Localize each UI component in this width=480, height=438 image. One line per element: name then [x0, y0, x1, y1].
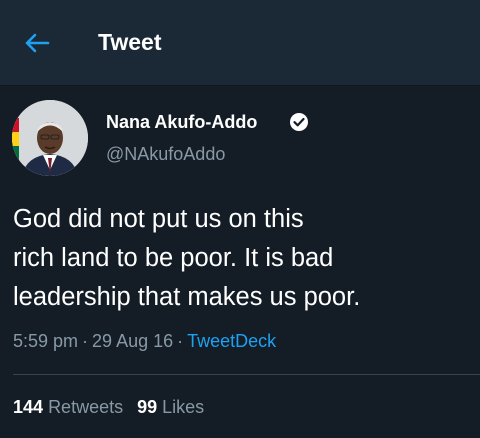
- tweet-text-line: God did not put us on this: [13, 205, 304, 233]
- retweets-count: 144: [13, 397, 44, 417]
- likes-stat[interactable]: 99 Likes: [137, 397, 204, 417]
- retweets-label: Retweets: [48, 397, 124, 417]
- likes-count: 99: [137, 397, 158, 417]
- tweet-detail-screen: Tweet Nana Akufo-Addo @NAkufoAddo God di…: [0, 0, 480, 438]
- tweet-author: Nana Akufo-Addo @NAkufoAddo: [0, 86, 480, 186]
- tweet-stats: 144 Retweets 99 Likes: [13, 397, 204, 418]
- tweet-text: God did not put us on this rich land to …: [13, 200, 468, 317]
- page-title: Tweet: [98, 29, 162, 55]
- tweet-date[interactable]: 29 Aug 16: [92, 331, 173, 351]
- tweet-metadata: 5:59 pm · 29 Aug 16 · TweetDeck: [13, 331, 276, 352]
- author-handle[interactable]: @NAkufoAddo: [106, 144, 225, 165]
- top-bar: Tweet: [0, 0, 480, 86]
- tweet-text-line: rich land to be poor. It is bad: [13, 244, 334, 272]
- separator: ·: [82, 331, 89, 351]
- verified-badge-icon: [289, 112, 309, 132]
- avatar[interactable]: [12, 100, 88, 176]
- profile-photo: [12, 100, 88, 176]
- tweet-text-line: leadership that makes us poor.: [13, 283, 361, 311]
- tweet-source-link[interactable]: TweetDeck: [187, 331, 276, 351]
- likes-label: Likes: [162, 397, 205, 417]
- divider: [13, 374, 480, 375]
- back-arrow-icon: [25, 33, 50, 52]
- retweets-stat[interactable]: 144 Retweets: [13, 397, 123, 417]
- back-button[interactable]: [22, 28, 52, 58]
- tweet-time[interactable]: 5:59 pm: [13, 331, 78, 351]
- author-name[interactable]: Nana Akufo-Addo: [106, 112, 257, 133]
- separator: ·: [177, 331, 184, 351]
